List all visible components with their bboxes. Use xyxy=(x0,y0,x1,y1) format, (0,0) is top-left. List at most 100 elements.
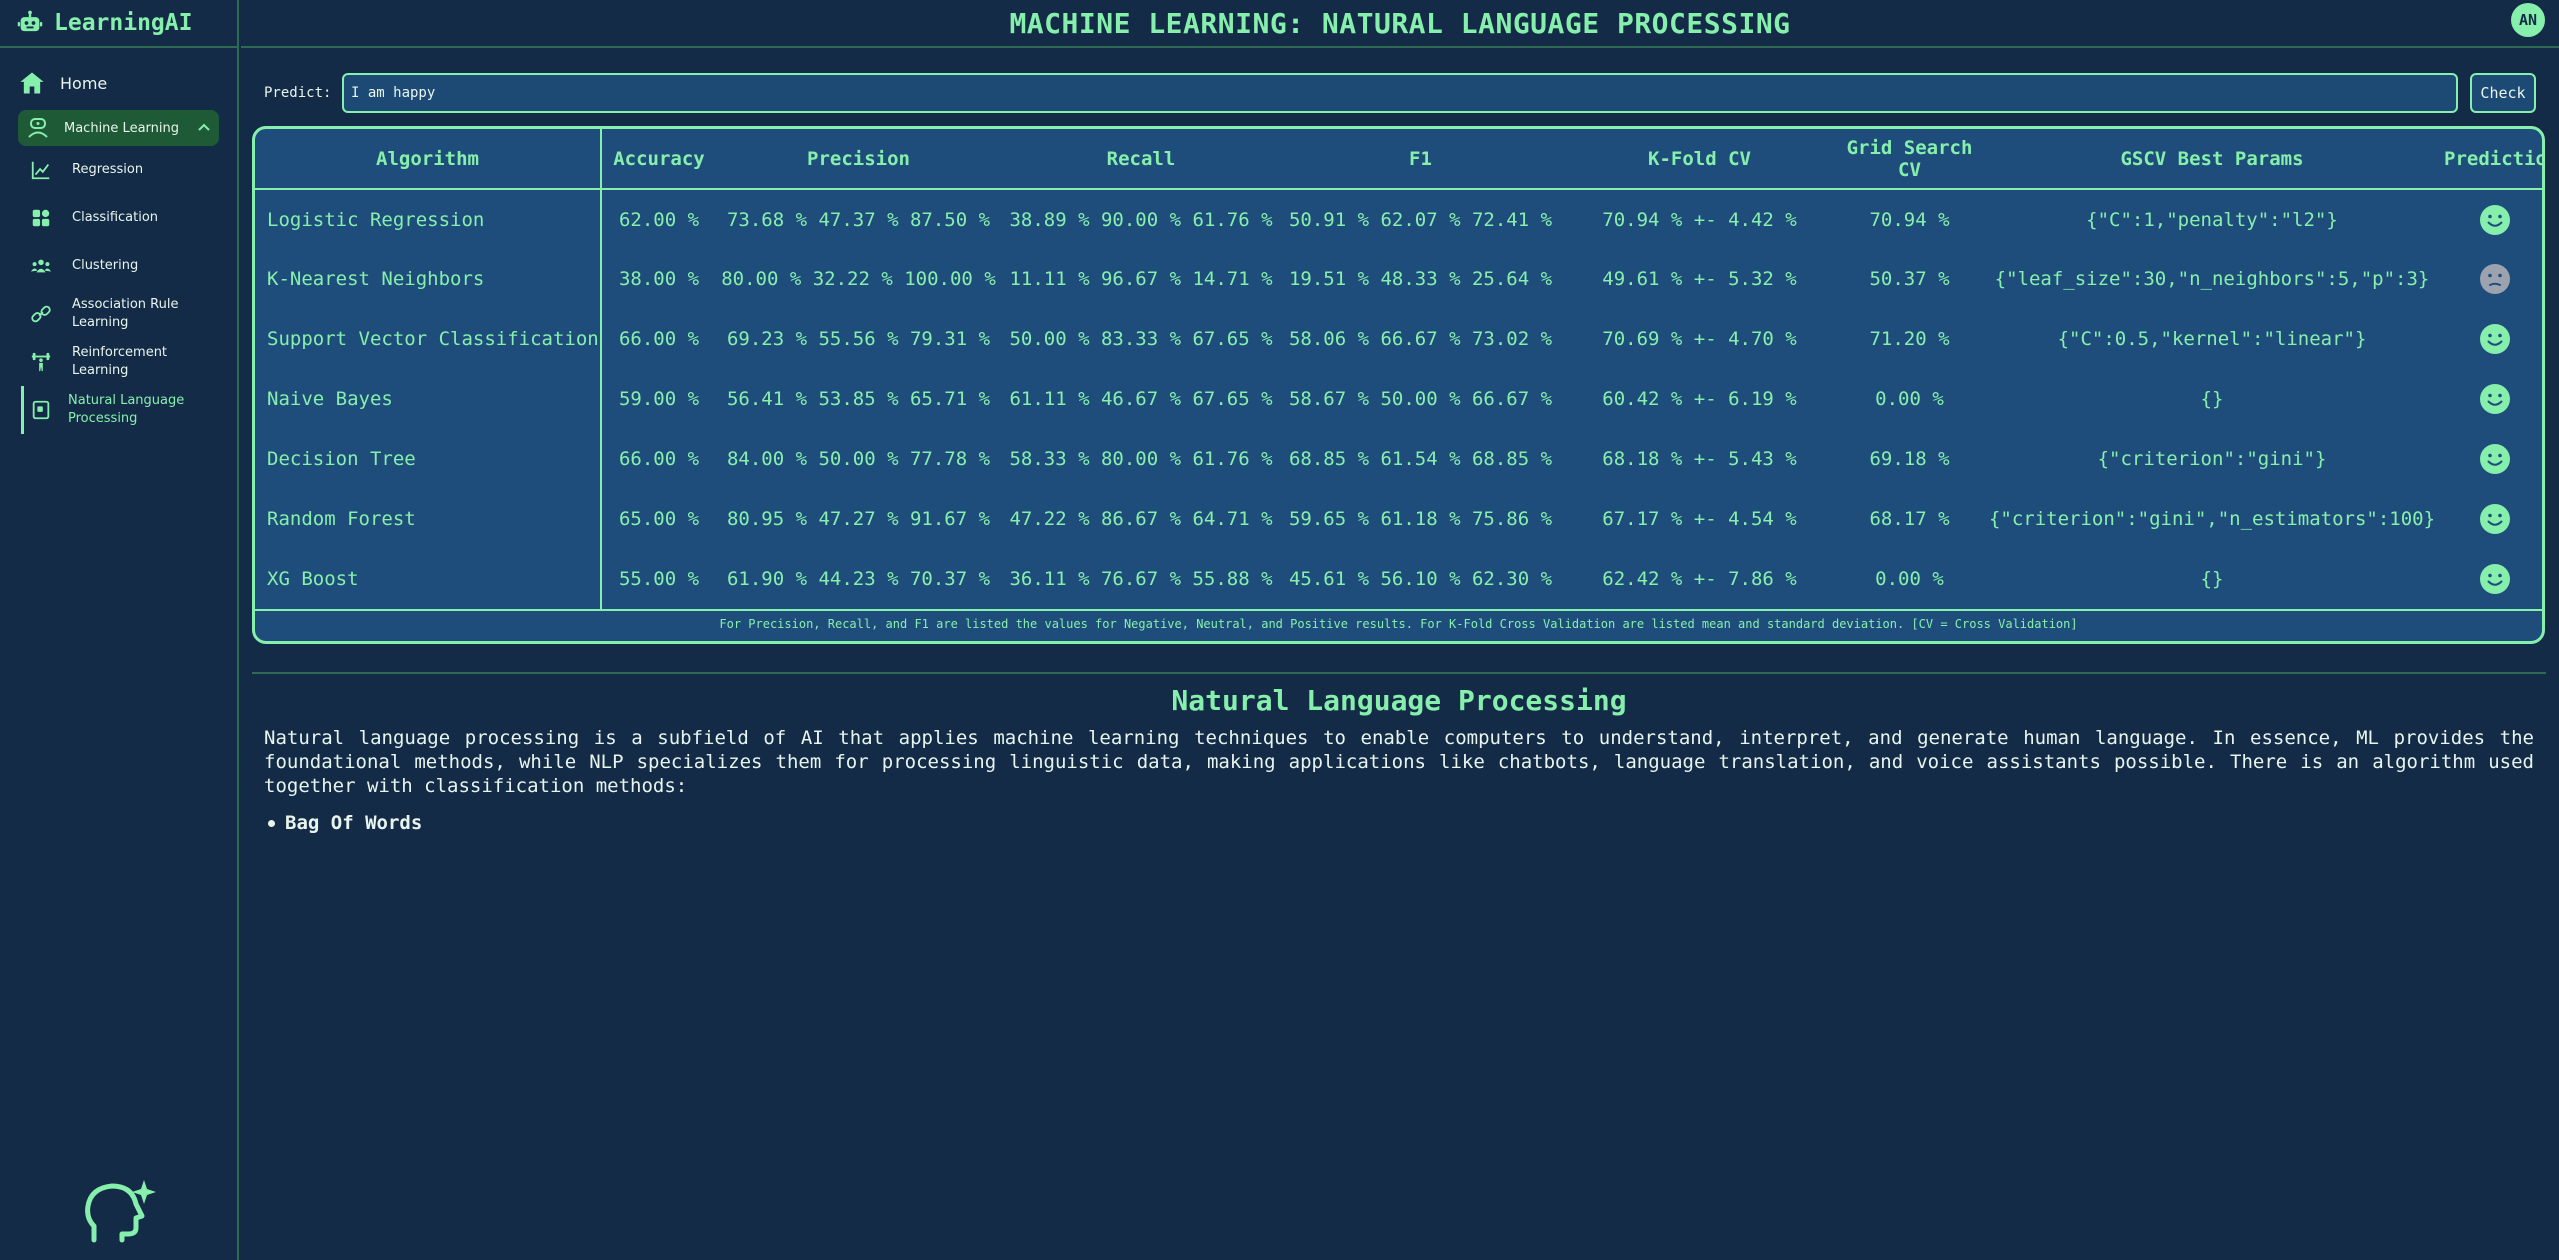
cell-kfold-cv: 68.18 % +- 5.43 % xyxy=(1602,448,1797,470)
cell-precision: 56.41 % 53.85 % 65.71 % xyxy=(726,388,991,410)
sidebar-item-natural-language-processing[interactable]: Natural Language Processing xyxy=(21,386,219,434)
sidebar-item-label: Clustering xyxy=(72,258,139,273)
cell-grid-search-cv: 0.00 % xyxy=(1875,388,1944,410)
app-logo[interactable]: LearningAI xyxy=(0,0,237,48)
cell-kfold-cv: 70.69 % +- 4.70 % xyxy=(1602,328,1797,350)
cell-accuracy: 59.00 % xyxy=(618,388,700,410)
smiley-face-icon xyxy=(2479,564,2510,594)
cell-f1: 58.67 % 50.00 % 66.67 % xyxy=(1288,388,1553,410)
cell-precision: 61.90 % 44.23 % 70.37 % xyxy=(726,568,991,590)
cell-gscv-best-params: {} xyxy=(2200,388,2224,410)
cell-accuracy: 38.00 % xyxy=(618,268,700,290)
cell-kfold-cv: 67.17 % +- 4.54 % xyxy=(1602,508,1797,530)
section-description: Natural language processing is a subfiel… xyxy=(264,727,2534,797)
cell-algorithm: Logistic Regression xyxy=(255,189,602,249)
cell-accuracy: 62.00 % xyxy=(618,208,700,231)
col-header-accuracy[interactable]: Accuracy xyxy=(601,129,716,190)
sidebar-item-clustering[interactable]: Clustering xyxy=(30,242,219,290)
sidebar-item-label: Home xyxy=(60,73,108,93)
cell-recall: 47.22 % 86.67 % 64.71 % xyxy=(1009,508,1273,530)
cell-f1: 59.65 % 61.18 % 75.86 % xyxy=(1288,508,1553,530)
col-header-prediction[interactable]: Prediction xyxy=(2444,129,2542,190)
cell-gscv-best-params: {"criterion":"gini","n_estimators":100} xyxy=(1988,508,2436,530)
cell-kfold-cv: 62.42 % +- 7.86 % xyxy=(1602,568,1797,590)
cell-grid-search-cv: 71.20 % xyxy=(1869,328,1950,350)
cell-prediction xyxy=(2444,489,2542,549)
cell-grid-search-cv: 68.17 % xyxy=(1869,508,1950,530)
sidebar-item-label: Regression xyxy=(72,162,144,177)
cell-precision: 69.23 % 55.56 % 79.31 % xyxy=(726,328,991,350)
results-table: Algorithm Accuracy Precision Recall F1 K… xyxy=(255,129,2542,609)
sidebar-nav: Home Machine Learning Regression Classif… xyxy=(0,48,237,434)
cell-kfold-cv: 70.94 % +- 4.42 % xyxy=(1602,208,1797,231)
sidebar: LearningAI Home Machine Learning Regress… xyxy=(0,0,239,1260)
sidebar-item-label: Natural Language Processing xyxy=(68,393,185,426)
cell-algorithm: K-Nearest Neighbors xyxy=(255,249,602,309)
cell-f1: 68.85 % 61.54 % 68.85 % xyxy=(1288,448,1553,470)
col-header-kfold-cv[interactable]: K-Fold CV xyxy=(1560,129,1839,190)
section-divider xyxy=(252,672,2546,674)
table-row: Random Forest 65.00 % 80.95 % 47.27 % 91.6… xyxy=(255,489,2542,549)
cell-algorithm: XG Boost xyxy=(255,549,602,609)
robot-icon xyxy=(17,10,43,32)
cell-accuracy: 55.00 % xyxy=(618,568,700,590)
smiley-face-icon xyxy=(2479,204,2510,235)
users-icon xyxy=(30,259,52,273)
cell-f1: 50.91 % 62.07 % 72.41 % xyxy=(1288,208,1553,231)
cell-accuracy: 66.00 % xyxy=(618,448,700,470)
sidebar-item-regression[interactable]: Regression xyxy=(30,146,219,194)
book-icon xyxy=(32,400,50,420)
cell-recall: 61.11 % 46.67 % 67.65 % xyxy=(1009,388,1273,410)
cell-precision: 80.00 % 32.22 % 100.00 % xyxy=(721,268,996,290)
table-footnote: For Precision, Recall, and F1 are listed… xyxy=(255,609,2542,637)
predict-form: Predict: Check xyxy=(264,72,2536,114)
cell-prediction xyxy=(2444,549,2542,609)
cell-prediction xyxy=(2444,369,2542,429)
cell-f1: 58.06 % 66.67 % 73.02 % xyxy=(1288,328,1553,350)
smiley-face-icon xyxy=(2479,504,2510,534)
sidebar-item-label: Classification xyxy=(72,210,159,225)
predict-input[interactable] xyxy=(342,73,2458,113)
ai-head-sparkle-icon xyxy=(85,1180,156,1243)
col-header-grid-search-cv[interactable]: Grid Search CV xyxy=(1839,129,1980,190)
cell-f1: 45.61 % 56.10 % 62.30 % xyxy=(1288,568,1553,590)
table-row: Decision Tree 66.00 % 84.00 % 50.00 % 77.7… xyxy=(255,429,2542,489)
cell-recall: 50.00 % 83.33 % 67.65 % xyxy=(1009,328,1273,350)
cell-prediction xyxy=(2444,189,2542,249)
cell-recall: 38.89 % 90.00 % 61.76 % xyxy=(1009,208,1273,231)
cell-gscv-best-params: {} xyxy=(2200,568,2224,590)
neutral-face-icon xyxy=(2479,264,2510,294)
sidebar-item-association-rule-learning[interactable]: Association Rule Learning xyxy=(30,290,219,338)
cell-recall: 58.33 % 80.00 % 61.76 % xyxy=(1009,448,1273,470)
link-icon xyxy=(31,305,51,323)
cell-algorithm: Random Forest xyxy=(255,489,602,549)
cell-kfold-cv: 60.42 % +- 6.19 % xyxy=(1602,388,1797,410)
sidebar-item-label: Reinforcement Learning xyxy=(72,345,168,378)
cell-grid-search-cv: 50.37 % xyxy=(1869,268,1950,290)
method-name: Bag Of Words xyxy=(285,812,423,834)
col-header-f1[interactable]: F1 xyxy=(1281,129,1560,190)
sidebar-item-reinforcement-learning[interactable]: Reinforcement Learning xyxy=(30,338,219,386)
cell-precision: 80.95 % 47.27 % 91.67 % xyxy=(726,508,991,530)
chevron-up-icon[interactable] xyxy=(197,121,211,135)
col-header-precision[interactable]: Precision xyxy=(716,129,1001,190)
col-header-gscv-best-params[interactable]: GSCV Best Params xyxy=(1980,129,2444,190)
cell-kfold-cv: 49.61 % +- 5.32 % xyxy=(1602,268,1797,290)
method-list: Bag Of Words xyxy=(264,812,422,834)
cell-algorithm: Support Vector Classification xyxy=(255,309,602,369)
cell-precision: 73.68 % 47.37 % 87.50 % xyxy=(726,208,991,231)
weightlifting-icon xyxy=(31,352,51,372)
col-header-algorithm[interactable]: Algorithm xyxy=(255,129,602,190)
col-header-recall[interactable]: Recall xyxy=(1001,129,1281,190)
avatar[interactable]: AN xyxy=(2511,3,2545,37)
sidebar-item-classification[interactable]: Classification xyxy=(30,194,219,242)
sidebar-section-machine-learning[interactable]: Machine Learning xyxy=(18,110,219,146)
grid-icon xyxy=(32,209,50,227)
smiley-face-icon xyxy=(2479,384,2510,414)
check-button[interactable]: Check xyxy=(2470,73,2536,113)
sidebar-submenu: Regression Classification Clustering Ass… xyxy=(18,146,219,434)
sidebar-item-home[interactable]: Home xyxy=(18,66,219,100)
cell-gscv-best-params: {"C":0.5,"kernel":"linear"} xyxy=(2057,328,2367,350)
cell-gscv-best-params: {"criterion":"gini"} xyxy=(2097,448,2327,470)
table-row: Logistic Regression 62.00 % 73.68 % 47.37 … xyxy=(255,189,2542,249)
